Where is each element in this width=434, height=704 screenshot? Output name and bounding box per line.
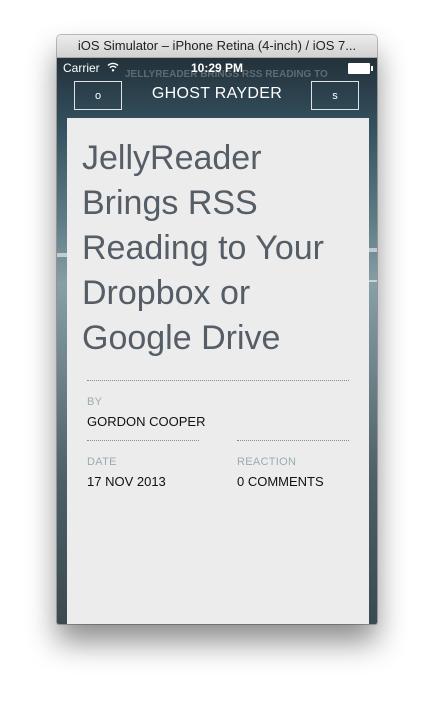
divider <box>87 380 349 381</box>
nav-bar: o GHOST RAYDER s <box>57 78 377 118</box>
nav-right-button[interactable]: s <box>311 81 359 110</box>
window-title: iOS Simulator – iPhone Retina (4-inch) /… <box>57 35 377 58</box>
date-label: DATE <box>87 456 117 468</box>
article-date: 17 NOV 2013 <box>87 474 166 489</box>
article-card: JellyReader Brings RSS Reading to Your D… <box>67 118 369 624</box>
reaction-label: REACTION <box>237 456 297 468</box>
comments-count[interactable]: 0 COMMENTS <box>237 474 324 489</box>
status-bar: Carrier JELLYREADER BRINGS RSS READING T… <box>57 58 377 80</box>
phone-screen: Carrier JELLYREADER BRINGS RSS READING T… <box>57 58 377 624</box>
background-stripe <box>369 280 377 282</box>
author-label: BY <box>87 396 103 408</box>
status-time: 10:29 PM <box>190 61 244 75</box>
simulator-window: iOS Simulator – iPhone Retina (4-inch) /… <box>57 35 377 624</box>
divider <box>237 440 349 441</box>
background-stripe <box>57 253 67 257</box>
author-name[interactable]: GORDON COOPER <box>87 414 205 429</box>
article-title: JellyReader Brings RSS Reading to Your D… <box>82 139 324 357</box>
background-stripe <box>369 248 377 252</box>
divider <box>87 440 199 441</box>
battery-icon <box>348 63 373 74</box>
